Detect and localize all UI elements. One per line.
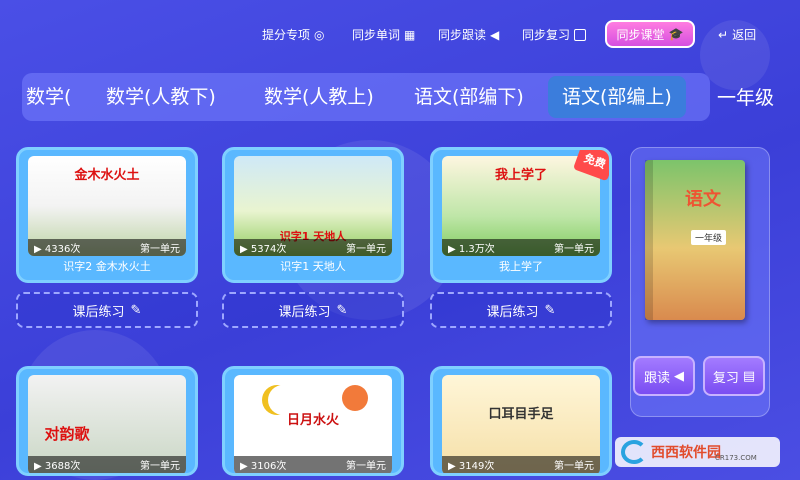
tab-sync-reading[interactable]: 同步跟读 ◀ — [438, 26, 499, 43]
exercise-button[interactable]: 课后练习 ✎ — [16, 292, 198, 328]
thumb-heading: 口耳目手足 — [488, 407, 554, 422]
grade-label: 一年级 — [717, 87, 775, 109]
tab-math-more[interactable]: 数学( — [26, 73, 71, 121]
read-along-button[interactable]: 跟读 ◀ — [633, 356, 695, 396]
lesson-card[interactable]: 识字1 天地人 ▶ 5374次 第一单元 识字1 天地人 — [222, 147, 404, 283]
textbook-cover[interactable]: 语文 一年级 — [645, 160, 745, 320]
view-count: ▶ 3106次 — [240, 461, 287, 472]
back-icon: ↵ — [718, 27, 729, 42]
edit-icon: ✎ — [336, 302, 348, 318]
exercise-label: 课后练习 — [72, 304, 125, 320]
tab-sync-review[interactable]: 同步复习 — [522, 26, 587, 43]
lesson-thumbnail: 日月水火 ▶ 3106次 第一单元 — [234, 375, 392, 473]
sync-class-label: 同步课堂 — [616, 27, 665, 42]
view-count: ▶ 3688次 — [34, 461, 81, 472]
lesson-thumbnail: 识字1 天地人 ▶ 5374次 第一单元 — [234, 156, 392, 256]
tab-score-expert[interactable]: 提分专项 ◎ — [262, 26, 325, 43]
lesson-thumbnail: 金木水火土 ▶ 4336次 第一单元 — [28, 156, 186, 256]
tab-math-lower[interactable]: 数学(人教下) — [106, 73, 216, 121]
unit-label: 第一单元 — [140, 461, 180, 472]
lesson-card[interactable]: 我上学了 ▶ 1.3万次 第一单元 免费 我上学了 — [430, 147, 612, 283]
watermark-text: 西西软件园 — [651, 445, 721, 461]
review-icon — [574, 28, 587, 41]
unit-label: 第一单元 — [346, 244, 386, 255]
tab-sync-words[interactable]: 同步单词 ▦ — [352, 26, 415, 43]
view-count: ▶ 1.3万次 — [448, 244, 495, 255]
subject-tab-bar: 语文(部编上) 语文(部编下) 数学(人教上) 数学(人教下) 数学( — [22, 73, 710, 121]
thumb-heading: 对韵歌 — [44, 425, 90, 443]
thumb-caption: ▶ 5374次 第一单元 — [234, 239, 392, 256]
tab-sync-class[interactable]: 同步课堂 🎓 — [605, 20, 695, 48]
tab-chinese-upper[interactable]: 语文(部编上) — [548, 76, 686, 118]
thumb-caption: ▶ 3688次 第一单元 — [28, 456, 186, 473]
unit-label: 第一单元 — [346, 461, 386, 472]
edit-icon: ✎ — [544, 302, 556, 318]
book-spine — [645, 160, 653, 320]
tab-math-upper[interactable]: 数学(人教上) — [264, 73, 374, 121]
lesson-card[interactable]: 对韵歌 ▶ 3688次 第一单元 — [16, 366, 198, 476]
unit-label: 第一单元 — [554, 461, 594, 472]
exercise-button[interactable]: 课后练习 ✎ — [222, 292, 404, 328]
thumb-caption: ▶ 1.3万次 第一单元 — [442, 239, 600, 256]
thumb-caption: ▶ 3106次 第一单元 — [234, 456, 392, 473]
lesson-card[interactable]: 口耳目手足 ▶ 3149次 第一单元 — [430, 366, 612, 476]
sync-reading-label: 同步跟读 — [438, 28, 487, 42]
sun-icon — [342, 385, 368, 411]
lesson-card[interactable]: 日月水火 ▶ 3106次 第一单元 — [222, 366, 404, 476]
score-expert-label: 提分专项 — [262, 28, 311, 42]
lesson-title: 识字2 金木水火土 — [63, 260, 151, 273]
exercise-label: 课后练习 — [278, 304, 331, 320]
book-grade: 一年级 — [691, 230, 727, 245]
back-button[interactable]: ↵ 返回 — [718, 26, 756, 43]
exercise-button[interactable]: 课后练习 ✎ — [430, 292, 612, 328]
thumb-caption: ▶ 3149次 第一单元 — [442, 456, 600, 473]
tab-chinese-lower[interactable]: 语文(部编下) — [414, 73, 524, 121]
read-along-label: 跟读 — [643, 370, 670, 386]
lesson-title: 识字1 天地人 — [280, 260, 346, 273]
sync-words-label: 同步单词 — [352, 28, 401, 42]
review-button[interactable]: 复习 ▤ — [703, 356, 765, 396]
speaker-icon: ◀ — [490, 27, 500, 42]
sync-review-label: 同步复习 — [522, 28, 571, 42]
textbook-panel: 语文 一年级 复习 ▤ 跟读 ◀ — [630, 147, 770, 417]
book-title: 语文 — [685, 189, 721, 210]
unit-label: 第一单元 — [140, 244, 180, 255]
view-count: ▶ 3149次 — [448, 461, 495, 472]
view-count: ▶ 4336次 — [34, 244, 81, 255]
lesson-thumbnail: 我上学了 ▶ 1.3万次 第一单元 — [442, 156, 600, 256]
thumb-caption: ▶ 4336次 第一单元 — [28, 239, 186, 256]
lesson-card[interactable]: 金木水火土 ▶ 4336次 第一单元 识字2 金木水火土 — [16, 147, 198, 283]
lesson-title: 我上学了 — [499, 260, 543, 273]
lesson-thumbnail: 对韵歌 ▶ 3688次 第一单元 — [28, 375, 186, 473]
review-label: 复习 — [712, 370, 739, 386]
graduation-cap-icon: 🎓 — [668, 27, 684, 41]
thumb-heading: 金木水火土 — [74, 168, 140, 183]
lesson-thumbnail: 口耳目手足 ▶ 3149次 第一单元 — [442, 375, 600, 473]
exercise-label: 课后练习 — [486, 304, 539, 320]
watermark-icon — [621, 440, 647, 464]
watermark-logo: 西西软件园 CR173.COM — [615, 437, 780, 467]
unit-label: 第一单元 — [554, 244, 594, 255]
back-label: 返回 — [732, 28, 757, 42]
watermark-url: CR173.COM — [715, 454, 757, 462]
thumb-heading: 日月水火 — [286, 413, 339, 428]
edit-icon: ✎ — [130, 302, 142, 318]
document-icon: ▤ — [742, 368, 756, 384]
words-icon: ▦ — [404, 27, 416, 42]
target-icon: ◎ — [314, 27, 325, 42]
view-count: ▶ 5374次 — [240, 244, 287, 255]
top-nav: ↵ 返回 同步课堂 🎓 同步复习 同步跟读 ◀ 同步单词 ▦ 提分专项 ◎ — [0, 20, 800, 52]
speaker-icon: ◀ — [674, 368, 684, 384]
